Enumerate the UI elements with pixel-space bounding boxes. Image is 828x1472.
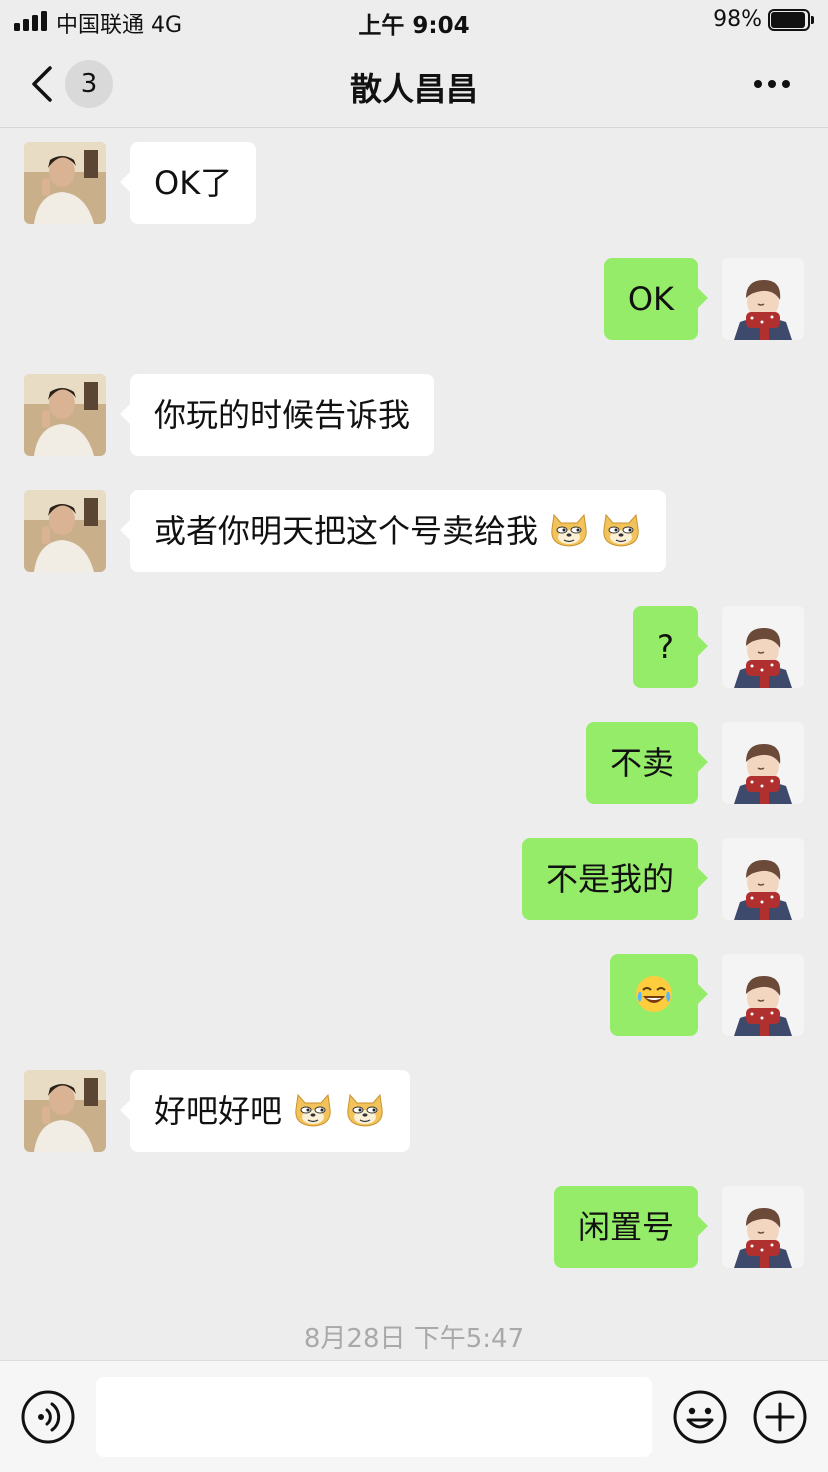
contact-avatar[interactable] xyxy=(24,1070,106,1152)
my-avatar[interactable] xyxy=(722,1186,804,1268)
message-text: ? xyxy=(657,628,674,666)
my-avatar[interactable] xyxy=(722,954,804,1036)
message-bubble[interactable]: OK了 xyxy=(130,142,257,224)
message-bubble[interactable]: 你玩的时候告诉我 xyxy=(130,374,435,456)
my-avatar[interactable] xyxy=(722,722,804,804)
chat-header: 3 散人昌昌 xyxy=(0,42,828,128)
message-text: OK了 xyxy=(154,164,233,202)
message-bubble[interactable]: 闲置号 xyxy=(553,1186,698,1268)
message-bubble[interactable] xyxy=(610,954,698,1036)
message-bubble[interactable]: 或者你明天把这个号卖给我 xyxy=(130,490,667,572)
emoji-picker-icon[interactable] xyxy=(672,1389,728,1445)
incoming-message: 或者你明天把这个号卖给我 xyxy=(0,490,828,572)
more-functions-plus-icon[interactable] xyxy=(752,1389,808,1445)
message-text: 或者你明天把这个号卖给我 xyxy=(154,512,539,550)
message-bubble[interactable]: 好吧好吧 xyxy=(130,1070,411,1152)
message-bubble[interactable]: ? xyxy=(633,606,698,688)
outgoing-message: 不卖 xyxy=(0,722,828,804)
doge-icon xyxy=(282,1092,334,1130)
message-text: 不卖 xyxy=(609,744,674,782)
message-bubble[interactable]: OK xyxy=(603,258,698,340)
message-text: 你玩的时候告诉我 xyxy=(154,396,411,434)
outgoing-message: 不是我的 xyxy=(0,838,828,920)
message-text: 不是我的 xyxy=(545,860,674,898)
outgoing-message: ? xyxy=(0,606,828,688)
incoming-message: OK了 xyxy=(0,142,828,224)
contact-avatar[interactable] xyxy=(24,374,106,456)
incoming-message: 好吧好吧 xyxy=(0,1070,828,1152)
contact-avatar[interactable] xyxy=(24,490,106,572)
message-bubble[interactable]: 不是我的 xyxy=(521,838,698,920)
input-bar xyxy=(0,1360,828,1472)
message-input[interactable] xyxy=(96,1377,652,1457)
message-text: 闲置号 xyxy=(577,1208,674,1246)
battery-icon xyxy=(768,9,814,31)
doge-icon xyxy=(538,512,590,550)
my-avatar[interactable] xyxy=(722,258,804,340)
outgoing-message: 闲置号 xyxy=(0,1186,828,1268)
outgoing-message: OK xyxy=(0,258,828,340)
more-options-icon[interactable] xyxy=(752,74,792,94)
my-avatar[interactable] xyxy=(722,838,804,920)
laugh-cry-icon xyxy=(634,976,674,1014)
chat-timestamp: 8月28日 下午5:47 xyxy=(303,1324,525,1354)
message-text: OK xyxy=(627,280,674,318)
battery-percent: 98% xyxy=(713,7,762,32)
my-avatar[interactable] xyxy=(722,606,804,688)
incoming-message: 你玩的时候告诉我 xyxy=(0,374,828,456)
doge-icon xyxy=(590,512,642,550)
chat-title: 散人昌昌 xyxy=(349,70,478,108)
status-bar: 中国联通 4G 上午 9:04 98% xyxy=(0,0,828,42)
message-bubble[interactable]: 不卖 xyxy=(585,722,698,804)
outgoing-message xyxy=(0,954,828,1036)
doge-icon xyxy=(334,1092,386,1130)
status-time: 上午 9:04 xyxy=(358,13,470,39)
contact-avatar[interactable] xyxy=(24,142,106,224)
voice-input-icon[interactable] xyxy=(20,1389,76,1445)
message-text: 好吧好吧 xyxy=(154,1092,283,1130)
